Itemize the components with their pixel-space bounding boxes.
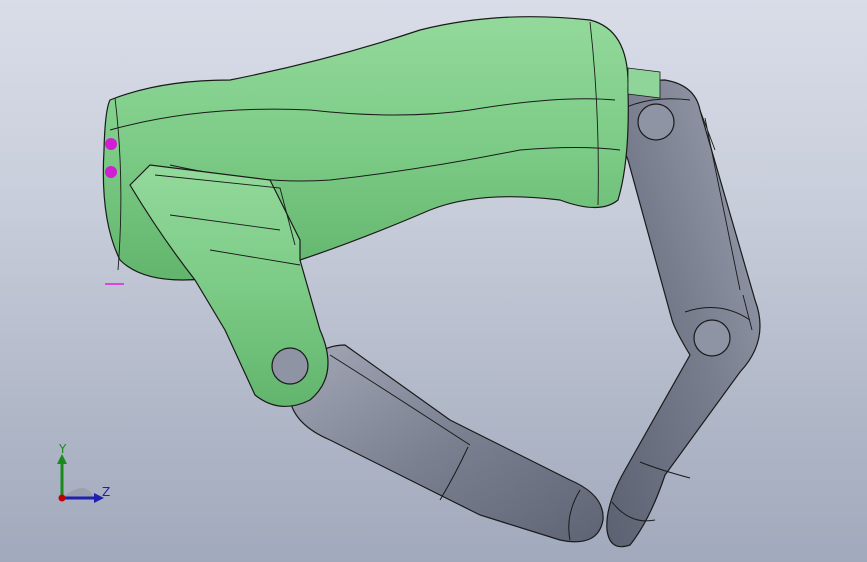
- highlight-marker-bottom: [105, 166, 117, 178]
- highlight-marker-top: [105, 138, 117, 150]
- right-finger-middle-pin[interactable]: [693, 319, 731, 357]
- right-finger-knuckle-pin[interactable]: [637, 103, 675, 141]
- axis-z-label: Z: [102, 485, 111, 499]
- thumb-joint-pin[interactable]: [271, 347, 309, 385]
- axis-triad: Y Z: [50, 440, 120, 510]
- left-finger[interactable]: [289, 344, 604, 543]
- right-finger[interactable]: [606, 79, 761, 548]
- axis-y-label: Y: [59, 442, 67, 456]
- hand-model[interactable]: [0, 0, 867, 562]
- graphics-viewport[interactable]: Y Z: [0, 0, 867, 562]
